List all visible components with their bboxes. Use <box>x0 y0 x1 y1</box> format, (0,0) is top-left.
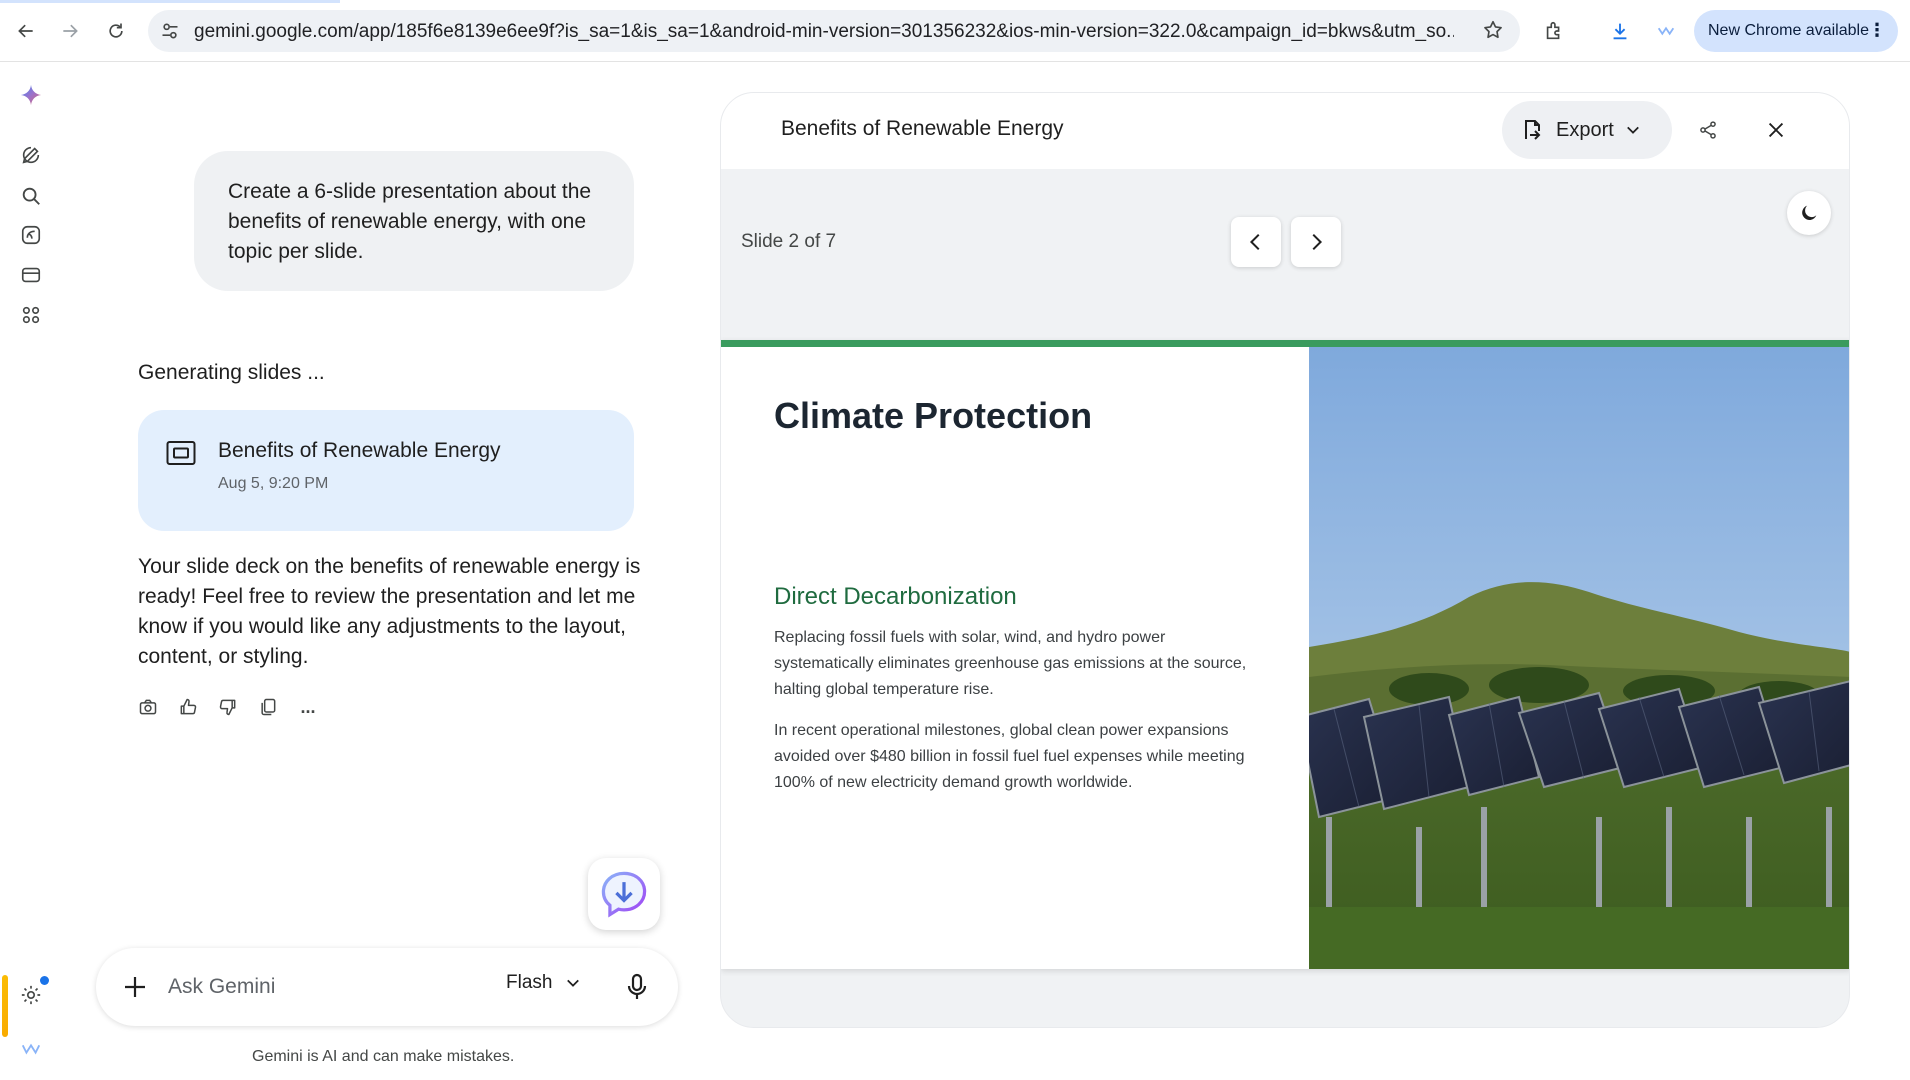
notification-dot <box>40 976 49 985</box>
chevron-left-icon <box>1249 233 1260 251</box>
deck-card-title: Benefits of Renewable Energy <box>218 439 501 462</box>
chat-download-icon <box>601 871 647 918</box>
rail-accent-bar <box>2 975 8 1037</box>
slide-paragraph: In recent operational milestones, global… <box>774 722 1245 791</box>
forward-button[interactable] <box>54 15 86 47</box>
slide-preview: Climate Protection Direct Decarbonizatio… <box>721 340 1849 969</box>
new-chat-icon[interactable] <box>19 143 43 167</box>
moon-icon <box>1802 205 1817 220</box>
thumbs-down-icon[interactable] <box>216 695 240 719</box>
chevron-down-icon <box>567 979 580 987</box>
slide-accent-bar <box>721 340 1849 347</box>
browser-toolbar: gemini.google.com/app/185f6e8139e6ee9f?i… <box>0 0 1910 62</box>
slide-paragraph: Replacing fossil fuels with solar, wind,… <box>774 629 1247 698</box>
solar-panels-photo <box>1309 347 1849 969</box>
model-selector[interactable]: Flash <box>506 972 580 994</box>
url-text[interactable]: gemini.google.com/app/185f6e8139e6ee9f?i… <box>194 21 1454 43</box>
export-button[interactable]: Export <box>1502 101 1672 159</box>
arrow-right-icon <box>63 24 78 38</box>
arrow-left-icon <box>18 24 33 38</box>
ai-disclaimer: Gemini is AI and can make mistakes. <box>252 1048 515 1065</box>
slide-deck-card[interactable]: Benefits of Renewable Energy Aug 5, 9:20… <box>138 410 634 531</box>
slide-heading: Climate Protection <box>774 395 1093 436</box>
bookmark-star-icon[interactable] <box>1482 19 1506 43</box>
export-label: Export <box>1556 118 1614 141</box>
tab-strip-edge <box>0 0 340 3</box>
next-slide-button[interactable] <box>1291 217 1341 267</box>
previous-slide-button[interactable] <box>1231 217 1281 267</box>
reload-button[interactable] <box>100 15 132 47</box>
extensions-icon[interactable] <box>1538 15 1570 47</box>
microphone-icon[interactable] <box>624 973 650 1001</box>
close-canvas-button[interactable] <box>1761 115 1791 145</box>
slide-text-column: Climate Protection Direct Decarbonizatio… <box>721 347 1309 969</box>
gemini-sparkle-icon[interactable] <box>19 83 43 107</box>
settings-icon[interactable] <box>19 983 43 1007</box>
prompt-composer: Flash <box>96 948 678 1026</box>
new-chrome-available-button[interactable]: New Chrome available ⋮ <box>1694 10 1898 52</box>
more-icon[interactable]: ... <box>296 695 320 719</box>
chevron-down-icon <box>1626 126 1639 134</box>
response-actions: ... <box>136 693 320 721</box>
extension-pin-icon[interactable] <box>1650 15 1682 47</box>
reload-icon <box>109 23 123 38</box>
share-button[interactable] <box>1693 115 1723 145</box>
share-icon <box>1700 121 1716 139</box>
model-response: Your slide deck on the benefits of renew… <box>138 555 641 668</box>
download-chat-fab[interactable] <box>588 858 660 930</box>
apps-icon[interactable] <box>19 303 43 327</box>
close-icon <box>1768 122 1784 138</box>
ask-gemini-input[interactable] <box>168 972 468 1002</box>
canvas-title: Benefits of Renewable Energy <box>781 117 1064 140</box>
new-chrome-label: New Chrome available <box>1708 22 1869 39</box>
site-settings-icon[interactable] <box>158 19 182 43</box>
kebab-menu-icon[interactable]: ⋮ <box>1868 20 1886 41</box>
extension-logo-icon[interactable] <box>19 1037 43 1061</box>
dark-mode-toggle[interactable] <box>1787 191 1831 235</box>
user-prompt-bubble: Create a 6-slide presentation about the … <box>194 151 634 291</box>
export-doc-icon <box>1525 120 1541 140</box>
deck-card-date: Aug 5, 9:20 PM <box>218 475 329 492</box>
generating-status: Generating slides ... <box>138 361 325 384</box>
chevron-right-icon <box>1312 233 1323 251</box>
slide-subheading: Direct Decarbonization <box>774 583 1017 610</box>
canvas-header: Benefits of Renewable Energy Export <box>721 93 1849 169</box>
download-icon[interactable] <box>1604 15 1636 47</box>
camera-icon[interactable] <box>136 695 160 719</box>
address-bar[interactable]: gemini.google.com/app/185f6e8139e6ee9f?i… <box>148 10 1520 52</box>
copy-icon[interactable] <box>256 695 280 719</box>
search-icon[interactable] <box>19 184 43 208</box>
plus-icon[interactable] <box>122 974 148 1000</box>
back-button[interactable] <box>10 15 42 47</box>
presentation-icon <box>166 441 196 465</box>
model-label: Flash <box>506 972 553 993</box>
slide-counter: Slide 2 of 7 <box>741 231 837 252</box>
thumbs-up-icon[interactable] <box>176 695 200 719</box>
library-icon[interactable] <box>19 263 43 287</box>
gems-icon[interactable] <box>19 223 43 247</box>
canvas-panel: Benefits of Renewable Energy Export Slid… <box>720 92 1850 1028</box>
